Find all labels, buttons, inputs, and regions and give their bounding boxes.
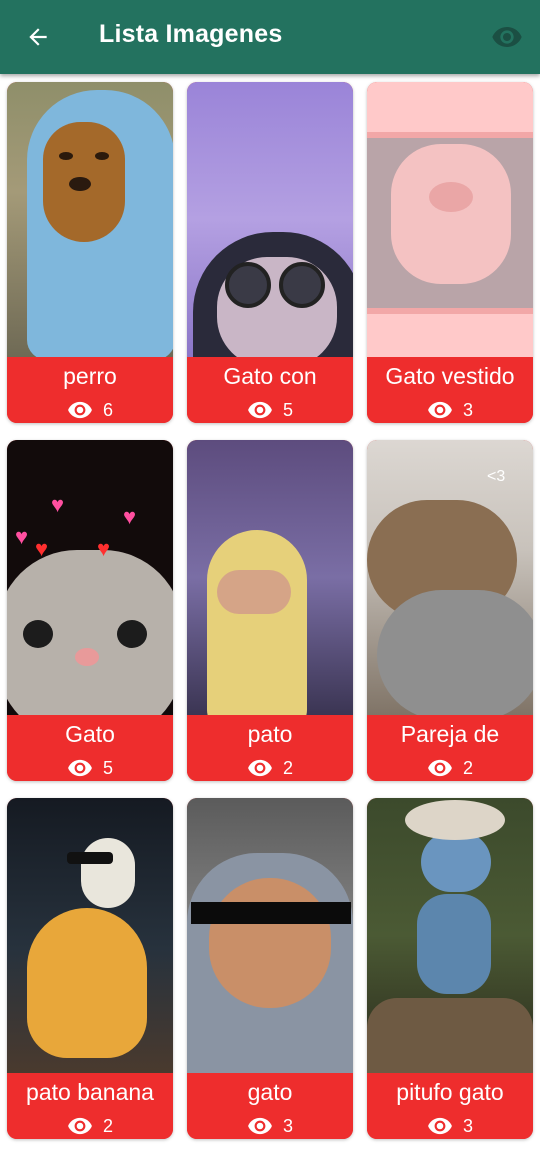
image-name: Gato vestido bbox=[385, 363, 515, 389]
image-thumbnail bbox=[367, 82, 533, 357]
heart-icon: ♥ bbox=[123, 504, 137, 529]
eye-icon bbox=[248, 1117, 272, 1135]
image-caption: gato 3 bbox=[187, 1073, 353, 1139]
image-name: gato bbox=[247, 1079, 293, 1105]
view-count: 3 bbox=[367, 397, 533, 423]
image-grid: perro 6 Gato con 5 Gato vestido 3 ♥ ♥ ♥ … bbox=[7, 82, 533, 1139]
view-count: 3 bbox=[187, 1113, 353, 1139]
image-card[interactable]: pato banana 2 bbox=[7, 798, 173, 1139]
view-count-value: 3 bbox=[282, 1115, 293, 1136]
image-caption: pato 2 bbox=[187, 715, 353, 781]
view-count-value: 2 bbox=[282, 757, 293, 778]
image-card[interactable]: pitufo gato 3 bbox=[367, 798, 533, 1139]
image-caption: pato banana 2 bbox=[7, 1073, 173, 1139]
image-card[interactable]: gato 3 bbox=[187, 798, 353, 1139]
eye-icon bbox=[492, 27, 522, 47]
image-name: perro bbox=[63, 363, 117, 389]
image-caption: pitufo gato 3 bbox=[367, 1073, 533, 1139]
image-card[interactable]: Gato vestido 3 bbox=[367, 82, 533, 423]
view-count-value: 3 bbox=[462, 1115, 473, 1136]
view-count: 5 bbox=[187, 397, 353, 423]
view-count: 3 bbox=[367, 1113, 533, 1139]
view-count: 2 bbox=[187, 755, 353, 781]
app-bar: Lista Imagenes bbox=[0, 0, 540, 74]
image-thumbnail: <3 bbox=[367, 440, 533, 715]
view-count: 2 bbox=[367, 755, 533, 781]
arrow-left-icon bbox=[29, 28, 47, 46]
view-count-value: 2 bbox=[102, 1115, 113, 1136]
image-name: Pareja de bbox=[400, 721, 500, 747]
eye-icon bbox=[68, 1117, 92, 1135]
image-thumbnail bbox=[7, 82, 173, 357]
view-count-value: 6 bbox=[102, 399, 113, 420]
image-caption: perro 6 bbox=[7, 357, 173, 423]
image-name: Gato bbox=[65, 721, 115, 747]
view-count-value: 5 bbox=[102, 757, 113, 778]
image-caption: Gato 5 bbox=[7, 715, 173, 781]
image-card[interactable]: ♥ ♥ ♥ ♥ ♥ Gato 5 bbox=[7, 440, 173, 781]
heart-icon: ♥ bbox=[51, 492, 65, 517]
image-card[interactable]: <3 Pareja de 2 bbox=[367, 440, 533, 781]
view-count: 2 bbox=[7, 1113, 173, 1139]
heart-icon: ♥ bbox=[15, 524, 29, 549]
image-caption: Gato con 5 bbox=[187, 357, 353, 423]
image-name: Gato con bbox=[223, 363, 317, 389]
image-thumbnail bbox=[7, 798, 173, 1073]
view-count: 5 bbox=[7, 755, 173, 781]
eye-icon bbox=[68, 401, 92, 419]
view-count-value: 3 bbox=[462, 399, 473, 420]
view-count-value: 2 bbox=[462, 757, 473, 778]
view-count: 6 bbox=[7, 397, 173, 423]
page-title: Lista Imagenes bbox=[99, 20, 283, 48]
eye-icon bbox=[248, 401, 272, 419]
thumbnail-caption-text: <3 bbox=[487, 468, 506, 485]
view-count-value: 5 bbox=[282, 399, 293, 420]
eye-icon bbox=[428, 1117, 452, 1135]
image-name: pato banana bbox=[26, 1079, 154, 1105]
eye-icon bbox=[428, 759, 452, 777]
image-card[interactable]: pato 2 bbox=[187, 440, 353, 781]
image-name: pitufo gato bbox=[396, 1079, 504, 1105]
image-thumbnail bbox=[187, 440, 353, 715]
heart-icon: ♥ bbox=[97, 536, 111, 561]
image-thumbnail bbox=[187, 82, 353, 357]
eye-icon bbox=[428, 401, 452, 419]
image-card[interactable]: perro 6 bbox=[7, 82, 173, 423]
image-thumbnail bbox=[187, 798, 353, 1073]
eye-icon bbox=[68, 759, 92, 777]
image-caption: Gato vestido 3 bbox=[367, 357, 533, 423]
visibility-toggle-button[interactable] bbox=[488, 19, 526, 55]
image-thumbnail bbox=[367, 798, 533, 1073]
image-card[interactable]: Gato con 5 bbox=[187, 82, 353, 423]
eye-icon bbox=[248, 759, 272, 777]
back-button[interactable] bbox=[18, 17, 58, 57]
heart-icon: ♥ bbox=[35, 536, 49, 561]
image-caption: Pareja de 2 bbox=[367, 715, 533, 781]
image-name: pato bbox=[247, 721, 293, 747]
image-thumbnail: ♥ ♥ ♥ ♥ ♥ bbox=[7, 440, 173, 715]
